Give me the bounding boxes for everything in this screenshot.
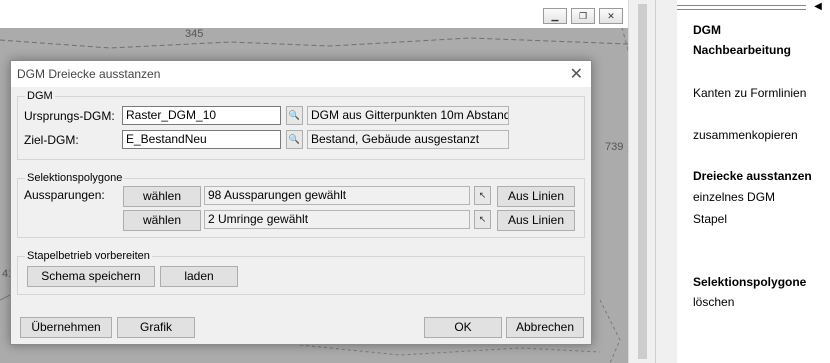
- boundaries-status: 2 Umringe gewählt: [204, 210, 470, 229]
- panel-link-stapel[interactable]: Stapel: [693, 212, 727, 226]
- search-icon: 🔍: [288, 110, 301, 120]
- cursor-icon: ↖: [478, 190, 487, 200]
- minimize-icon: ▁: [551, 10, 559, 21]
- pick-recesses-button[interactable]: ↖: [474, 186, 491, 205]
- load-schema-button[interactable]: laden: [160, 266, 238, 287]
- selection-group-label: Selektionspolygone: [25, 172, 125, 184]
- dgm-group-label: DGM: [25, 90, 55, 102]
- pick-boundaries-button[interactable]: ↖: [474, 210, 491, 229]
- recesses-from-lines-button[interactable]: Aus Linien: [497, 186, 575, 207]
- cursor-icon: ↖: [478, 214, 487, 224]
- search-icon: 🔍: [288, 134, 301, 144]
- panel-header: ◀: [677, 0, 830, 14]
- close-icon: ✕: [607, 10, 615, 21]
- minimize-button[interactable]: ▁: [543, 8, 567, 24]
- panel-divider[interactable]: [655, 0, 678, 363]
- target-dgm-browse-button[interactable]: 🔍: [286, 130, 303, 149]
- source-dgm-browse-button[interactable]: 🔍: [286, 106, 303, 125]
- ok-button[interactable]: OK: [424, 317, 502, 338]
- dialog-title: DGM Dreiecke ausstanzen: [17, 67, 161, 81]
- restore-icon: ❐: [578, 10, 588, 21]
- collapse-icon[interactable]: ◀: [809, 0, 827, 14]
- choose-recesses-button[interactable]: wählen: [123, 186, 201, 207]
- apply-button[interactable]: Übernehmen: [20, 317, 112, 338]
- vertical-scrollbar[interactable]: [628, 0, 655, 363]
- batch-group-label: Stapelbetrieb vorbereiten: [25, 250, 152, 262]
- panel-link-zusammenkopieren[interactable]: zusammenkopieren: [693, 128, 798, 142]
- target-dgm-description: Bestand, Gebäude ausgestanzt: [307, 130, 509, 149]
- choose-boundaries-button[interactable]: wählen: [123, 210, 201, 231]
- contour-label: 739: [605, 141, 624, 153]
- target-dgm-input[interactable]: E_BestandNeu: [122, 130, 281, 149]
- close-window-button[interactable]: ✕: [599, 8, 623, 24]
- panel-link-loeschen[interactable]: löschen: [693, 295, 734, 309]
- scrollbar-thumb[interactable]: [638, 4, 647, 359]
- panel-link-kanten[interactable]: Kanten zu Formlinien: [693, 86, 806, 100]
- recesses-label: Aussparungen:: [24, 188, 105, 202]
- restore-button[interactable]: ❐: [571, 8, 595, 24]
- dialog-titlebar[interactable]: DGM Dreiecke ausstanzen ✕: [11, 61, 591, 87]
- graphic-button[interactable]: Grafik: [117, 317, 195, 338]
- panel-heading-selektionspolygone: Selektionspolygone: [693, 275, 807, 289]
- target-dgm-label: Ziel-DGM:: [24, 133, 79, 147]
- dialog: DGM Dreiecke ausstanzen ✕ DGM Ursprungs-…: [10, 60, 592, 345]
- cancel-button[interactable]: Abbrechen: [506, 317, 584, 338]
- contour-label: 345: [185, 28, 204, 40]
- close-icon[interactable]: ✕: [570, 64, 583, 84]
- panel-link-einzelnes-dgm[interactable]: einzelnes DGM: [693, 190, 775, 204]
- source-dgm-input[interactable]: Raster_DGM_10: [122, 106, 281, 125]
- source-dgm-label: Ursprungs-DGM:: [24, 109, 115, 123]
- panel-heading-nachbearbeitung: Nachbearbeitung: [693, 43, 792, 57]
- panel-heading-dgm: DGM: [693, 23, 721, 37]
- panel-heading-dreiecke: Dreiecke ausstanzen: [693, 169, 812, 183]
- right-panel: ◀ DGM Nachbearbeitung Kanten zu Formlini…: [677, 0, 830, 363]
- recesses-status: 98 Aussparungen gewählt: [204, 186, 470, 205]
- boundaries-from-lines-button[interactable]: Aus Linien: [497, 210, 575, 231]
- save-schema-button[interactable]: Schema speichern: [27, 266, 155, 287]
- source-dgm-description: DGM aus Gitterpunkten 10m Abstand: [307, 106, 509, 125]
- window-controls: ▁ ❐ ✕: [543, 8, 623, 24]
